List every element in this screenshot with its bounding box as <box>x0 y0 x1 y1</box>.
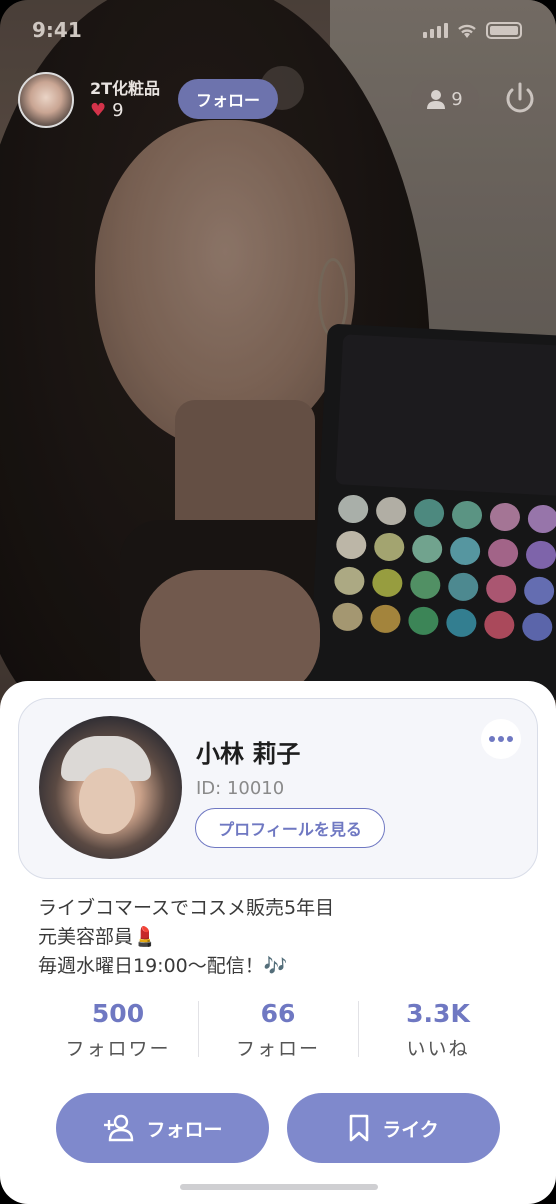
shop-name: 2T化粧品 <box>90 79 161 98</box>
bio-line: 元美容部員💄 <box>38 926 157 948</box>
like-button-label: ライク <box>382 1119 439 1141</box>
follow-button[interactable]: フォロー <box>56 1093 269 1163</box>
profile-sheet: 小林 莉子 ID: 10010 プロフィールを見る ライブコマースでコスメ販売5… <box>0 681 556 1204</box>
more-options-icon[interactable] <box>481 719 521 759</box>
home-indicator <box>180 1184 378 1190</box>
person-icon <box>427 90 446 109</box>
profile-bio: ライブコマースでコスメ販売5年目 元美容部員💄 毎週水曜日19:00〜配信！🎶 <box>38 894 334 981</box>
power-icon[interactable] <box>502 81 538 117</box>
stat-following[interactable]: 66 フォロー <box>198 999 358 1060</box>
stat-likes[interactable]: 3.3K いいね <box>358 999 518 1060</box>
bookmark-icon <box>349 1114 369 1142</box>
status-time: 9:41 <box>32 18 82 42</box>
header-follow-button[interactable]: フォロー <box>178 79 278 119</box>
viewer-count-value: 9 <box>451 88 463 110</box>
battery-icon <box>486 22 522 39</box>
stat-label: フォロー <box>235 1038 320 1060</box>
view-profile-button[interactable]: プロフィールを見る <box>195 808 385 848</box>
live-stream-screen: 9:41 2T化粧品 ♥ 9 フォロー 9 小林 莉子 ID: 10010 プロ… <box>0 0 556 1204</box>
stat-label: いいね <box>406 1038 470 1060</box>
profile-stats: 500 フォロワー 66 フォロー 3.3K いいね <box>38 999 518 1060</box>
shop-avatar[interactable] <box>18 72 74 128</box>
likes-count: ♥ 9 <box>90 100 124 121</box>
status-bar: 9:41 <box>0 18 556 46</box>
wifi-icon <box>458 24 476 38</box>
status-icons <box>423 22 522 39</box>
stat-value: 66 <box>260 999 296 1028</box>
stat-value: 500 <box>91 999 145 1028</box>
profile-id: ID: 10010 <box>196 778 285 799</box>
profile-avatar[interactable] <box>39 716 182 859</box>
viewer-count[interactable]: 9 <box>411 80 479 118</box>
heart-icon: ♥ <box>90 100 107 121</box>
profile-card: 小林 莉子 ID: 10010 プロフィールを見る <box>18 698 538 879</box>
profile-name: 小林 莉子 <box>196 740 301 768</box>
follow-button-label: フォロー <box>146 1119 223 1141</box>
cellular-signal-icon <box>423 23 448 38</box>
stat-followers[interactable]: 500 フォロワー <box>38 999 198 1060</box>
bio-line: 毎週水曜日19:00〜配信！🎶 <box>38 955 288 977</box>
add-person-icon <box>104 1114 134 1142</box>
like-button[interactable]: ライク <box>287 1093 500 1163</box>
stat-value: 3.3K <box>406 999 470 1028</box>
avatar-face <box>79 768 135 834</box>
stat-label: フォロワー <box>65 1038 171 1060</box>
bio-line: ライブコマースでコスメ販売5年目 <box>38 897 335 919</box>
likes-value: 9 <box>112 100 124 121</box>
